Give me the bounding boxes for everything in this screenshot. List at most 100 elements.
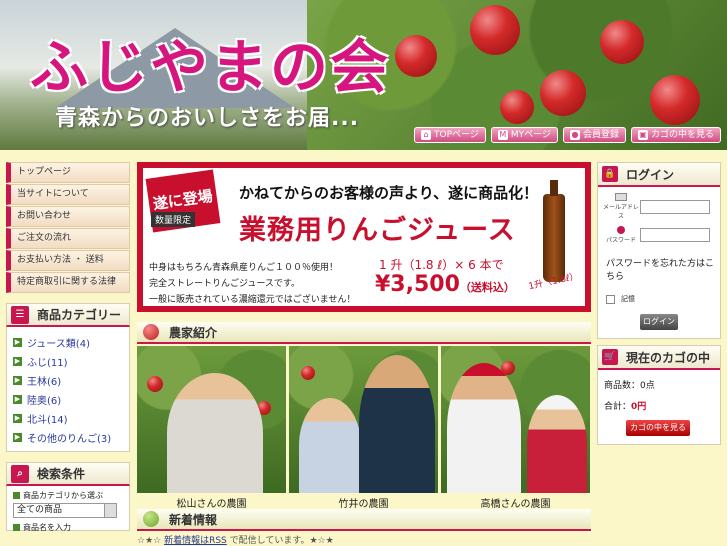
red-apple-icon [143,324,159,340]
promo-line: 完全ストレートりんごジュースです。 [149,279,301,289]
apple-illustration [540,70,586,116]
cart-count-value: 0点 [640,381,655,391]
green-apple-icon [143,511,159,527]
arrow-right-icon: ▶ [13,357,22,366]
farmer-figure [359,355,435,493]
email-label-text: メールアドレス [602,204,639,220]
search-header: ⌕ 検索条件 [6,462,130,486]
farmer-photo[interactable] [289,346,438,493]
search-icon: ⌕ [11,464,29,483]
nav-label: 会員登録 [582,130,619,140]
remember-row: 記憶 [606,294,720,304]
nav-label: TOPページ [434,130,479,140]
farmers-section-header: 農家紹介 [137,322,591,344]
nav-cart-button[interactable]: ▣ カゴの中を見る [630,127,721,143]
nav-register-button[interactable]: ● 会員登録 [562,127,626,143]
view-cart-button[interactable]: カゴの中を見る [626,420,690,436]
category-item[interactable]: ▶ ジュース類(4) [13,333,129,352]
promo-price-note: （送料込） [459,281,515,294]
apple-illustration [147,376,163,392]
search-name-label-text: 商品名を入力 [23,523,71,532]
side-menu-item-order-flow[interactable]: ご注文の流れ [6,228,130,249]
apple-illustration [395,35,437,77]
farmer-photo[interactable] [137,346,286,493]
apple-illustration [600,20,644,64]
nav-my-page-button[interactable]: M MYページ [490,127,558,143]
chevron-down-icon [104,504,116,517]
category-list: ▶ ジュース類(4) ▶ ふじ(11) ▶ 王林(6) ▶ 陸奥(6) ▶ 北斗(14) … [6,327,130,452]
arrow-right-icon: ▶ [13,433,22,442]
farmer-caption[interactable]: 高橋さんの農園 [441,495,590,510]
apple-illustration [500,90,534,124]
cart-icon: 🛒 [602,349,618,365]
category-item[interactable]: ▶ 王林(6) [13,371,129,390]
category-select-value: 全ての商品 [17,505,63,515]
my-page-icon: M [497,130,508,140]
category-item[interactable]: ▶ 陸奥(6) [13,390,129,409]
arrow-right-icon: ▶ [13,338,22,347]
login-header: 🔒 ログイン [598,163,720,187]
category-label: 北斗(14) [27,415,68,426]
mail-icon [615,193,627,201]
bullet-icon [13,492,20,499]
news-section-header: 新着情報 [137,509,591,531]
arrow-right-icon: ▶ [13,414,22,423]
login-box: 🔒 ログイン メールアドレス パスワード パスワードを忘れた方はこちら 記憶 ロ… [597,162,721,339]
forgot-password-link[interactable]: パスワードを忘れた方はこちら [606,256,720,282]
apple-illustration [470,5,520,55]
side-menu-item-contact[interactable]: お問い合わせ [6,206,130,227]
side-menu-item-payment[interactable]: お支払い方法 ・ 送料 [6,250,130,271]
farmer-figure [447,363,521,493]
cart-count-label: 商品数： [604,381,641,391]
password-field[interactable] [640,228,710,242]
promo-product-name: 業務用りんごジュース [239,215,516,246]
farmer-photo[interactable] [441,346,590,493]
farmers-gallery: 松山さんの農園 竹井の農園 高橋さんの農園 [137,346,591,510]
cart-total-value: 0円 [631,402,647,412]
farmer-card[interactable]: 松山さんの農園 [137,346,286,510]
category-item[interactable]: ▶ ふじ(11) [13,352,129,371]
password-label-text: パスワード [605,237,636,244]
farmer-card[interactable]: 竹井の農園 [289,346,438,510]
side-menu: トップページ 当サイトについて お問い合わせ ご注文の流れ お支払い方法 ・ 送… [6,162,130,293]
side-menu-item-legal[interactable]: 特定商取引に関する法律 [6,272,130,293]
farmer-figure [527,395,587,493]
farmer-card[interactable]: 高橋さんの農園 [441,346,590,510]
promo-quantity: 1 升（1.8 ℓ）× 6 本で [379,258,504,272]
farmers-title: 農家紹介 [169,325,218,340]
login-button[interactable]: ログイン [640,314,678,330]
promo-limited-badge: 数量限定 [151,212,196,227]
nav-top-page-button[interactable]: ⌂ TOPページ [414,127,486,143]
cart-title: 現在のカゴの中 [626,350,711,365]
promo-line: 中身はもちろん青森県産りんご１００％使用！ [149,263,339,273]
search-category-label-text: 商品カテゴリから選ぶ [23,491,103,500]
side-menu-item-top[interactable]: トップページ [6,162,130,183]
bullet-icon [13,524,20,531]
news-title: 新着情報 [169,512,218,527]
side-menu-item-about[interactable]: 当サイトについて [6,184,130,205]
lock-icon: 🔒 [602,166,618,182]
farmer-caption[interactable]: 竹井の農園 [289,495,438,510]
promo-description: 中身はもちろん青森県産りんご１００％使用！ 完全ストレートりんごジュースです。 … [149,260,379,308]
category-item[interactable]: ▶ 北斗(14) [13,409,129,428]
search-panel: 商品カテゴリから選ぶ 全ての商品 商品名を入力 [6,486,130,533]
person-icon: ● [569,130,580,140]
search-name-label: 商品名を入力 [13,522,129,533]
right-sidebar: 🔒 ログイン メールアドレス パスワード パスワードを忘れた方はこちら 記憶 ロ… [597,162,721,445]
promo-price-value: ¥3,500 [375,272,460,297]
email-field[interactable] [640,199,710,214]
remember-checkbox[interactable] [606,294,615,304]
nav-label: MYページ [510,130,551,140]
category-select[interactable]: 全ての商品 [13,503,117,518]
category-item[interactable]: ▶ その他のりんご(3) [13,428,129,447]
cart-icon: ▣ [637,130,648,140]
site-title[interactable]: ふじやまの会 [30,20,390,104]
list-icon: ☰ [11,305,29,324]
cart-count: 商品数：0点 [604,378,720,391]
farmer-caption[interactable]: 松山さんの農園 [137,495,286,510]
promo-banner[interactable]: 遂に登場 数量限定 かねてからのお客様の声より、遂に商品化！ 業務用りんごジュー… [137,162,591,312]
left-sidebar: トップページ 当サイトについて お問い合わせ ご注文の流れ お支払い方法 ・ 送… [6,162,130,533]
cart-total: 合計：0円 [604,399,720,412]
top-navigation: ⌂ TOPページ M MYページ ● 会員登録 ▣ カゴの中を見る [414,127,721,143]
home-icon: ⌂ [421,130,432,140]
